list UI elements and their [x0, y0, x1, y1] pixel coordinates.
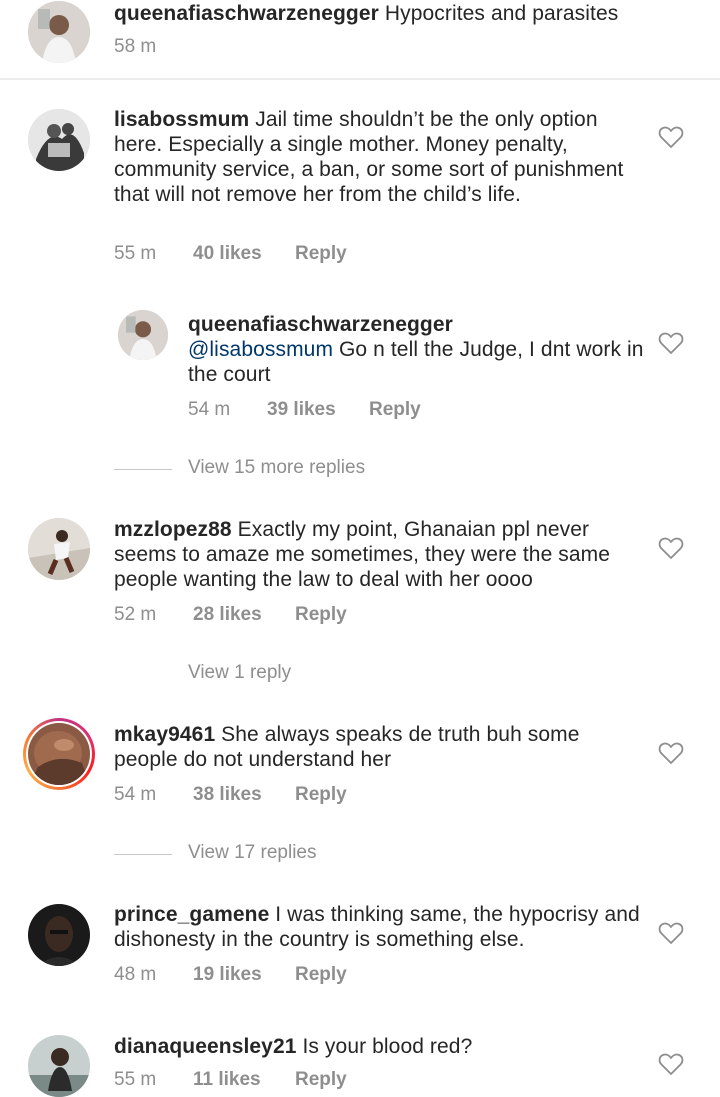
mention-link[interactable]: @lisabossmum [188, 338, 333, 361]
divider [0, 78, 720, 80]
reply-button[interactable]: Reply [295, 784, 347, 806]
reply-button[interactable]: Reply [295, 604, 347, 626]
comment-body: Hypocrites and parasites [378, 2, 619, 25]
timestamp: 54 m [188, 399, 231, 420]
like-heart-icon[interactable] [658, 1052, 684, 1076]
comment-text: queenafiaschwarzenegger Hypocrites and p… [114, 1, 644, 26]
avatar[interactable] [28, 1035, 90, 1097]
likes-count-link[interactable]: 28 likes [193, 604, 262, 626]
comment-text: lisabossmum Jail time shouldn’t be the o… [114, 107, 644, 207]
timestamp: 54 m [114, 784, 157, 805]
avatar[interactable] [28, 518, 90, 580]
timestamp: 48 m [114, 964, 157, 985]
avatar[interactable] [28, 1, 90, 63]
like-heart-icon[interactable] [658, 741, 684, 765]
avatar[interactable] [118, 310, 168, 360]
username-link[interactable]: lisabossmum [114, 108, 249, 131]
likes-count-link[interactable]: 38 likes [193, 784, 262, 806]
timestamp: 52 m [114, 604, 157, 625]
like-heart-icon[interactable] [658, 536, 684, 560]
comment-text: mzzlopez88 Exactly my point, Ghanaian pp… [114, 517, 644, 592]
timestamp: 55 m [114, 1069, 157, 1090]
view-replies-label: View 17 replies [188, 842, 317, 863]
like-heart-icon[interactable] [658, 125, 684, 149]
like-heart-icon[interactable] [658, 921, 684, 945]
timestamp: 58 m [114, 36, 157, 57]
likes-count-link[interactable]: 40 likes [193, 243, 262, 265]
avatar[interactable] [28, 109, 90, 171]
username-link[interactable]: mzzlopez88 [114, 518, 232, 541]
username-link[interactable]: dianaqueensley21 [114, 1035, 297, 1058]
comment-body: Is your blood red? [296, 1035, 473, 1058]
view-replies-label: View 15 more replies [188, 457, 366, 478]
username-link[interactable]: queenafiaschwarzenegger [188, 313, 453, 336]
replies-line [114, 469, 172, 470]
reply-button[interactable]: Reply [369, 399, 421, 421]
likes-count-link[interactable]: 39 likes [267, 399, 336, 421]
reply-button[interactable]: Reply [295, 243, 347, 265]
comment-text: mkay9461 She always speaks de truth buh … [114, 722, 644, 772]
reply-button[interactable]: Reply [295, 1069, 347, 1091]
timestamp: 55 m [114, 243, 157, 264]
username-link[interactable]: queenafiaschwarzenegger [114, 2, 379, 25]
comment-text: prince_gamene I was thinking same, the h… [114, 902, 644, 952]
reply-button[interactable]: Reply [295, 964, 347, 986]
comment-text: dianaqueensley21 Is your blood red? [114, 1034, 644, 1059]
comment-text: queenafiaschwarzenegger @lisabossmum Go … [188, 312, 648, 387]
username-link[interactable]: mkay9461 [114, 723, 215, 746]
likes-count-link[interactable]: 11 likes [193, 1069, 261, 1091]
avatar[interactable] [28, 904, 90, 966]
username-link[interactable]: prince_gamene [114, 903, 269, 926]
like-heart-icon[interactable] [658, 331, 684, 355]
view-replies-label: View 1 reply [188, 662, 292, 683]
avatar[interactable] [28, 723, 90, 785]
likes-count-link[interactable]: 19 likes [193, 964, 262, 986]
replies-line [114, 854, 172, 855]
